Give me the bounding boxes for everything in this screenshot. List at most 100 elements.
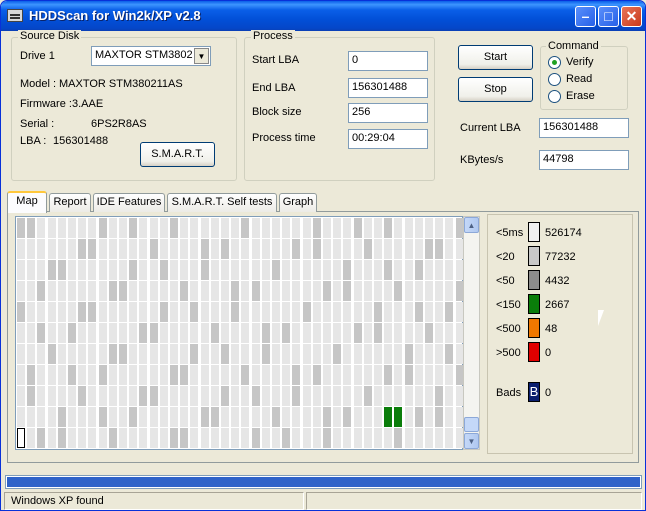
map-block	[68, 302, 76, 322]
bads-icon: B	[528, 382, 540, 402]
map-block	[415, 407, 423, 427]
map-block	[231, 281, 239, 301]
scroll-down-icon[interactable]: ▼	[464, 433, 479, 449]
map-block	[425, 407, 433, 427]
radio-erase-label[interactable]: Erase	[566, 90, 595, 102]
map-block	[37, 281, 45, 301]
map-block	[190, 323, 198, 343]
map-block	[119, 323, 127, 343]
map-block	[58, 302, 66, 322]
map-block	[27, 407, 35, 427]
map-block	[425, 302, 433, 322]
map-block	[323, 323, 331, 343]
map-block	[119, 239, 127, 259]
radio-verify-label[interactable]: Verify	[566, 56, 594, 68]
map-block	[170, 239, 178, 259]
block-size-field[interactable]: 256	[348, 103, 428, 123]
map-block	[180, 344, 188, 364]
map-block	[119, 281, 127, 301]
process-time-field: 00:29:04	[348, 129, 428, 149]
tab-smart-self-tests[interactable]: S.M.A.R.T. Self tests	[167, 193, 277, 212]
map-block	[37, 344, 45, 364]
map-block	[262, 386, 270, 406]
map-block	[354, 218, 362, 238]
map-block	[170, 323, 178, 343]
legend-label: <150	[496, 299, 521, 311]
tab-report[interactable]: Report	[49, 193, 91, 212]
map-block	[405, 365, 413, 385]
tab-graph[interactable]: Graph	[279, 193, 317, 212]
map-block	[139, 323, 147, 343]
map-block	[241, 407, 249, 427]
map-block	[139, 365, 147, 385]
map-block	[303, 365, 311, 385]
radio-erase[interactable]	[548, 90, 561, 103]
map-block	[48, 407, 56, 427]
radio-verify[interactable]	[548, 56, 561, 69]
map-block	[425, 323, 433, 343]
radio-read[interactable]	[548, 73, 561, 86]
stop-button[interactable]: Stop	[458, 77, 533, 102]
kbytes-label: KBytes/s	[460, 154, 504, 166]
map-block	[303, 281, 311, 301]
map-block	[150, 344, 158, 364]
process-time-label: Process time	[252, 132, 316, 144]
map-block	[282, 323, 290, 343]
map-block	[282, 218, 290, 238]
map-block	[78, 344, 86, 364]
map-block	[415, 302, 423, 322]
map-block	[231, 344, 239, 364]
minimize-button[interactable]: –	[575, 6, 596, 27]
scroll-thumb[interactable]	[464, 417, 479, 432]
map-block	[170, 218, 178, 238]
map-block	[313, 281, 321, 301]
map-block	[374, 302, 382, 322]
end-lba-field[interactable]: 156301488	[348, 78, 428, 98]
map-block	[333, 260, 341, 280]
map-block	[211, 239, 219, 259]
smart-button[interactable]: S.M.A.R.T.	[140, 142, 215, 167]
start-button[interactable]: Start	[458, 45, 533, 70]
map-block	[190, 302, 198, 322]
map-block	[364, 302, 372, 322]
map-block	[37, 239, 45, 259]
map-block	[374, 428, 382, 448]
map-block	[354, 323, 362, 343]
map-block	[109, 302, 117, 322]
map-block	[323, 218, 331, 238]
map-block	[231, 386, 239, 406]
process-title: Process	[251, 30, 295, 42]
map-block	[68, 428, 76, 448]
map-scrollbar[interactable]: ▲ ▼	[463, 216, 480, 450]
tab-ide-features[interactable]: IDE Features	[93, 193, 165, 212]
map-block	[221, 386, 229, 406]
map-block	[78, 218, 86, 238]
scroll-up-icon[interactable]: ▲	[464, 217, 479, 233]
firmware-label: Firmware :	[20, 98, 72, 110]
map-block	[139, 281, 147, 301]
map-block	[119, 260, 127, 280]
start-lba-field[interactable]: 0	[348, 51, 428, 71]
title-bar[interactable]: HDDScan for Win2k/XP v2.8 – □ ✕	[1, 1, 645, 31]
map-block	[272, 386, 280, 406]
map-block	[262, 428, 270, 448]
drive-select[interactable]: MAXTOR STM3802 ▼	[91, 46, 211, 66]
map-block	[99, 344, 107, 364]
map-block	[333, 407, 341, 427]
map-block	[384, 239, 392, 259]
close-button[interactable]: ✕	[621, 6, 642, 27]
tab-map[interactable]: Map	[7, 191, 47, 213]
map-block	[221, 407, 229, 427]
map-block	[17, 281, 25, 301]
map-block	[435, 365, 443, 385]
map-block	[48, 302, 56, 322]
maximize-button[interactable]: □	[598, 6, 619, 27]
map-block	[78, 365, 86, 385]
map-block	[374, 281, 382, 301]
map-block	[58, 428, 66, 448]
chevron-down-icon[interactable]: ▼	[194, 48, 209, 64]
map-block	[27, 239, 35, 259]
map-block	[99, 218, 107, 238]
map-block	[252, 428, 260, 448]
radio-read-label[interactable]: Read	[566, 73, 592, 85]
